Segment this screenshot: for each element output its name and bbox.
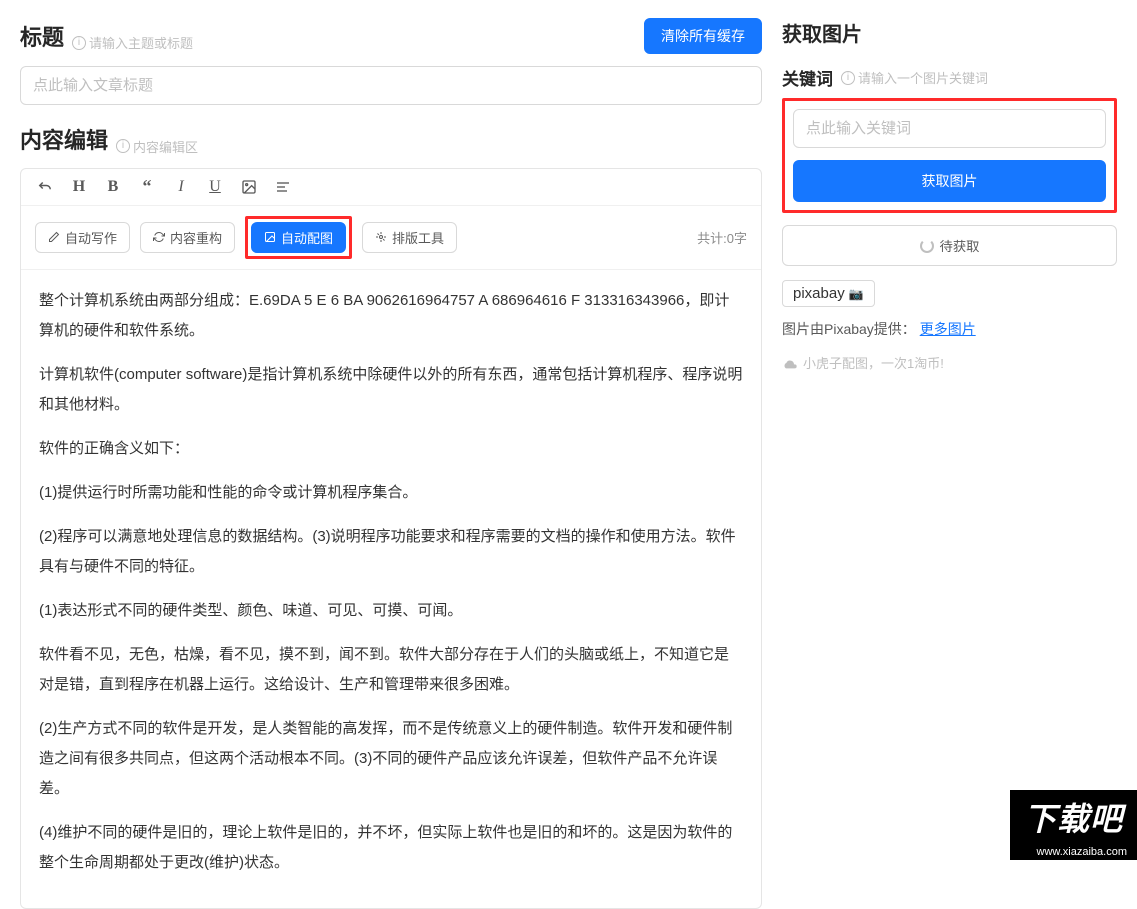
auto-image-highlight: 自动配图 <box>245 216 352 259</box>
keyword-hint: i 请输入一个图片关键词 <box>841 68 988 87</box>
word-count: 共计:0字 <box>697 228 747 247</box>
keyword-input[interactable] <box>793 109 1106 148</box>
image-icon <box>264 231 276 243</box>
camera-icon: 📷 <box>849 287 864 301</box>
image-icon[interactable] <box>239 177 259 197</box>
refresh-icon <box>153 231 165 243</box>
paragraph: 软件看不见，无色，枯燥，看不见，摸不到，闻不到。软件大部分存在于人们的头脑或纸上… <box>39 640 743 700</box>
content-hint: i 内容编辑区 <box>116 137 198 156</box>
paragraph: (2)程序可以满意地处理信息的数据结构。(3)说明程序功能要求和程序需要的文档的… <box>39 522 743 582</box>
undo-icon[interactable] <box>35 177 55 197</box>
pixabay-badge: pixabay 📷 <box>782 280 875 307</box>
editor-box: H B “ I U 自动写作 内容重构 <box>20 168 762 909</box>
get-image-title: 获取图片 <box>782 18 1117 47</box>
more-images-link[interactable]: 更多图片 <box>920 321 976 337</box>
layout-tool-button[interactable]: 排版工具 <box>362 222 457 253</box>
spinner-icon <box>920 239 934 253</box>
watermark: 下载吧 www.xiazaiba.com <box>1010 790 1137 860</box>
pencil-icon <box>48 231 60 243</box>
paragraph: (2)生产方式不同的软件是开发，是人类智能的高发挥，而不是传统意义上的硬件制造。… <box>39 714 743 804</box>
get-image-button[interactable]: 获取图片 <box>793 160 1106 202</box>
heading-icon[interactable]: H <box>69 177 89 197</box>
clear-cache-button[interactable]: 清除所有缓存 <box>644 18 762 54</box>
main-panel: 标题 i 请输入主题或标题 清除所有缓存 内容编辑 i 内容编辑区 H <box>0 0 782 860</box>
title-hint: i 请输入主题或标题 <box>72 33 193 52</box>
credit-line: 图片由Pixabay提供： 更多图片 <box>782 319 1117 339</box>
restructure-button[interactable]: 内容重构 <box>140 222 235 253</box>
watermark-url: www.xiazaiba.com <box>1010 844 1137 860</box>
auto-image-button[interactable]: 自动配图 <box>251 222 346 253</box>
format-toolbar: H B “ I U <box>21 169 761 206</box>
bold-icon[interactable]: B <box>103 177 123 197</box>
paragraph: (1)提供运行时所需功能和性能的命令或计算机程序集合。 <box>39 478 743 508</box>
paragraph: 整个计算机系统由两部分组成：E.69DA 5 E 6 BA 9062616964… <box>39 286 743 346</box>
info-icon: i <box>841 71 855 85</box>
title-input[interactable] <box>20 66 762 105</box>
layout-icon <box>375 231 387 243</box>
keyword-label: 关键词 <box>782 65 833 90</box>
paragraph: (4)维护不同的硬件是旧的，理论上软件是旧的，并不坏，但实际上软件也是旧的和坏的… <box>39 818 743 878</box>
paragraph: 计算机软件(computer software)是指计算机系统中除硬件以外的所有… <box>39 360 743 420</box>
content-section-label: 内容编辑 <box>20 123 108 155</box>
quote-icon[interactable]: “ <box>137 177 157 197</box>
cloud-icon <box>782 357 798 369</box>
editor-content[interactable]: 整个计算机系统由两部分组成：E.69DA 5 E 6 BA 9062616964… <box>21 270 761 908</box>
pending-status-button[interactable]: 待获取 <box>782 225 1117 266</box>
paragraph: (1)表达形式不同的硬件类型、颜色、味道、可见、可摸、可闻。 <box>39 596 743 626</box>
keyword-highlight-box: 获取图片 <box>782 98 1117 213</box>
align-icon[interactable] <box>273 177 293 197</box>
info-icon: i <box>116 139 130 153</box>
info-icon: i <box>72 36 86 50</box>
sidebar-panel: 获取图片 关键词 i 请输入一个图片关键词 获取图片 待获取 pixabay 📷 <box>782 0 1137 860</box>
underline-icon[interactable]: U <box>205 177 225 197</box>
watermark-logo: 下载吧 <box>1010 790 1137 844</box>
footer-note: 小虎子配图，一次1淘币! <box>782 353 1117 372</box>
italic-icon[interactable]: I <box>171 177 191 197</box>
auto-write-button[interactable]: 自动写作 <box>35 222 130 253</box>
title-section-label: 标题 <box>20 20 64 52</box>
paragraph: 软件的正确含义如下： <box>39 434 743 464</box>
